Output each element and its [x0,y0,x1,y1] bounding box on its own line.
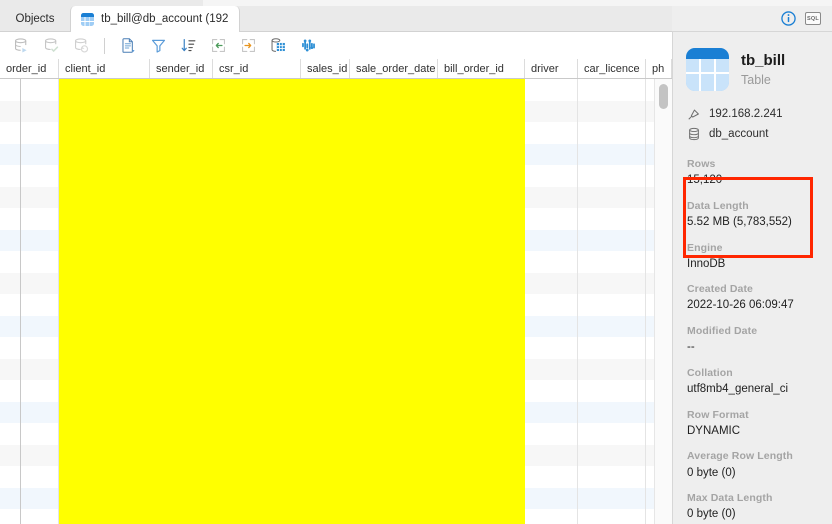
database-icon [689,127,699,141]
object-title-row: tb_bill Table [673,32,832,91]
table-icon [81,12,94,26]
property-rows: Rows 15,120 [687,157,832,188]
column-divider [577,79,578,524]
connection-icon [688,109,699,120]
object-info-panel: tb_bill Table 192.168.2.241 db_account R [672,32,832,524]
tab-bar: Objects tb_bill@db_account (192... [0,6,672,32]
import-wizard-button[interactable] [203,34,233,58]
column-header-label: order_id [6,63,47,75]
property-max-data-length: Max Data Length 0 byte (0) [687,491,832,522]
table-large-icon [686,48,729,91]
property-collation: Collation utf8mb4_general_ci [687,366,832,397]
property-label: Created Date [687,283,753,296]
toolbar-divider [104,37,105,54]
column-header-sale_order_date[interactable]: sale_order_date [350,59,438,78]
column-header-label: client_id [65,63,106,75]
property-modified-date: Modified Date -- [687,324,832,355]
grid-column-headers: order_id client_id sender_id csr_id sales_id… [0,59,672,79]
tab-objects-label: Objects [15,13,55,25]
object-name: tb_bill [741,52,786,70]
property-label: Rows [687,158,716,170]
grid-body[interactable] [0,79,672,524]
grid-toolbar [0,32,672,59]
column-divider [645,79,646,524]
property-label: Row Format [687,408,749,421]
grid-scrollbar-thumb[interactable] [659,84,668,109]
property-label: Modified Date [687,325,758,338]
property-value: 2022-10-26 06:09:47 [687,299,794,312]
property-value: InnoDB [687,257,726,270]
property-label: Data Length [687,199,749,212]
chart-button[interactable] [293,34,323,58]
column-header-car_licence[interactable]: car_licence [578,59,646,78]
property-value: 0 byte (0) [687,466,736,479]
column-header-label: sender_id [156,63,205,75]
column-header-csr_id[interactable]: csr_id [213,59,301,78]
column-header-label: sale_order_date [356,63,436,75]
form-view-button[interactable] [113,34,143,58]
row-header-divider [20,79,21,524]
property-average-row-length: Average Row Length 0 byte (0) [687,449,832,480]
column-header-label: bill_order_id [444,63,504,75]
column-header-sales_id[interactable]: sales_id [301,59,350,78]
column-header-order_id[interactable]: order_id [0,59,59,78]
info-icon[interactable] [781,11,796,26]
property-row-format: Row Format DYNAMIC [687,408,832,439]
start-transaction-button[interactable] [6,34,36,58]
database-row: db_account [687,127,832,141]
property-created-date: Created Date 2022-10-26 06:09:47 [687,282,832,313]
property-value: 15,120 [687,174,723,187]
column-header-label: sales_id [307,63,348,75]
tab-tb-bill[interactable]: tb_bill@db_account (192... [70,6,240,32]
property-value: DYNAMIC [687,424,741,437]
cell-selection-overlay[interactable] [59,79,525,524]
export-wizard-button[interactable] [233,34,263,58]
property-label: Collation [687,366,733,379]
column-header-client_id[interactable]: client_id [59,59,150,78]
property-engine: Engine InnoDB [687,241,832,272]
property-data-length: Data Length 5.52 MB (5,783,552) [687,199,832,230]
property-label: Average Row Length [687,450,793,463]
tab-tb-bill-label: tb_bill@db_account (192... [101,13,229,25]
column-header-label: ph [652,63,665,75]
object-type: Table [741,72,771,87]
grid-vertical-scrollbar[interactable] [654,79,672,524]
property-value: 5.52 MB (5,783,552) [687,215,792,228]
tab-objects[interactable]: Objects [0,6,70,32]
filter-button[interactable] [143,34,173,58]
property-value: utf8mb4_general_ci [687,383,789,395]
property-label: Engine [687,241,723,254]
property-value: 0 byte (0) [687,508,736,521]
sql-icon-label: SQL [807,15,819,22]
app-window: Objects tb_bill@db_account (192... SQL o… [0,0,832,524]
column-header-bill_order_id[interactable]: bill_order_id [438,59,525,78]
column-header-driver[interactable]: driver [525,59,578,78]
panel-header-bar: SQL [672,6,832,32]
property-label: Max Data Length [687,492,773,505]
object-meta: 192.168.2.241 db_account [673,107,832,141]
grid-view-button[interactable] [263,34,293,58]
column-header-sender_id[interactable]: sender_id [150,59,213,78]
column-header-label: driver [531,63,559,75]
sort-button[interactable] [173,34,203,58]
database-name: db_account [709,128,769,140]
connection-host: 192.168.2.241 [709,108,783,120]
sql-icon[interactable]: SQL [805,12,821,25]
property-value: -- [687,341,695,354]
commit-button[interactable] [36,34,66,58]
connection-row: 192.168.2.241 [687,107,832,121]
column-header-label: csr_id [219,63,249,75]
column-header-label: car_licence [584,63,640,75]
object-properties-list: Rows 15,120 Data Length 5.52 MB (5,783,552)… [673,157,832,522]
rollback-button[interactable] [66,34,96,58]
column-header-ph[interactable]: ph [646,59,672,78]
